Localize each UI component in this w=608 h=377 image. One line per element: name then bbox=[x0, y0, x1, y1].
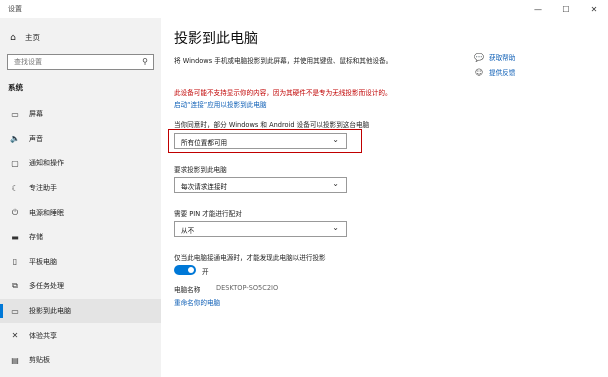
multitask-icon: ⧉ bbox=[12, 281, 18, 291]
chevron-down-icon: ⌄ bbox=[332, 179, 339, 188]
availability-dropdown[interactable]: 所有位置都可用 ⌄ bbox=[174, 133, 347, 149]
power-only-label: 仅当此电脑接通电源时，才能发现此电脑以进行投影 bbox=[174, 254, 326, 262]
window-controls: — ☐ ✕ bbox=[524, 0, 608, 18]
speaker-icon: 🔈 bbox=[10, 134, 20, 144]
sidebar-item-label: 专注助手 bbox=[29, 184, 57, 193]
chevron-down-icon: ⌄ bbox=[332, 135, 339, 144]
page-title: 投影到此电脑 bbox=[174, 31, 258, 47]
availability-label: 当你同意时，部分 Windows 和 Android 设备可以投影到这台电脑 bbox=[174, 121, 370, 129]
chevron-down-icon: ⌄ bbox=[332, 223, 339, 232]
close-button[interactable]: ✕ bbox=[580, 0, 608, 18]
power-only-toggle[interactable] bbox=[174, 265, 196, 275]
help-chat-icon: 💬 bbox=[474, 52, 484, 62]
tablet-icon: ▯ bbox=[12, 257, 18, 267]
sidebar-item-label: 通知和操作 bbox=[29, 159, 64, 168]
section-heading: 系统 bbox=[8, 83, 23, 92]
minimize-button[interactable]: — bbox=[524, 0, 552, 18]
get-help-label: 获取帮助 bbox=[489, 54, 516, 62]
sidebar-item-label: 体验共享 bbox=[29, 331, 57, 340]
home-icon: ⌂ bbox=[10, 32, 16, 43]
sidebar: ⌂ 主页 ⚲ 系统 ▭ 屏幕 🔈 声音 ▢ 通知和操作 ☾ 专注助手 ⏻ 电源和… bbox=[0, 18, 161, 377]
sidebar-item-storage[interactable]: ▬ 存储 bbox=[0, 225, 161, 250]
sidebar-item-sound[interactable]: 🔈 声音 bbox=[0, 127, 161, 152]
sidebar-item-label: 声音 bbox=[29, 134, 43, 143]
hardware-warning: 此设备可能不支持显示你的内容，因为其硬件不是专为无线投影而设计的。 bbox=[174, 89, 392, 97]
pin-dropdown[interactable]: 从不 ⌄ bbox=[174, 221, 347, 237]
get-help-link[interactable]: 💬 获取帮助 bbox=[474, 52, 516, 63]
sidebar-item-label: 平板电脑 bbox=[29, 257, 57, 266]
sidebar-item-label: 多任务处理 bbox=[29, 282, 64, 291]
sidebar-item-label: 投影到此电脑 bbox=[29, 307, 71, 316]
projector-icon: ▭ bbox=[11, 306, 19, 316]
search-input[interactable] bbox=[14, 58, 134, 66]
sidebar-item-project-to-pc[interactable]: ▭ 投影到此电脑 bbox=[0, 298, 161, 324]
nav-list: ▭ 屏幕 🔈 声音 ▢ 通知和操作 ☾ 专注助手 ⏻ 电源和睡眠 ▬ 存储 ▯ … bbox=[0, 102, 161, 373]
sidebar-item-display[interactable]: ▭ 屏幕 bbox=[0, 102, 161, 127]
pc-name-label: 电脑名称 bbox=[174, 286, 201, 294]
storage-icon: ▬ bbox=[11, 232, 19, 242]
home-link[interactable]: ⌂ 主页 bbox=[8, 32, 40, 43]
sidebar-item-multitasking[interactable]: ⧉ 多任务处理 bbox=[0, 274, 161, 299]
title-bar: 设置 — ☐ ✕ bbox=[0, 0, 608, 18]
search-box[interactable]: ⚲ bbox=[7, 54, 154, 70]
home-label: 主页 bbox=[25, 33, 40, 42]
rename-pc-link[interactable]: 重命名你的电脑 bbox=[174, 297, 220, 307]
sidebar-item-label: 存储 bbox=[29, 233, 43, 242]
main-content: 投影到此电脑 将 Windows 手机或电脑投影到此屏幕，并使用其键盘、鼠标和其… bbox=[161, 18, 608, 377]
power-icon: ⏻ bbox=[11, 207, 19, 217]
feedback-person-icon: ☺ bbox=[474, 67, 484, 77]
window-title: 设置 bbox=[8, 5, 22, 13]
feedback-link[interactable]: ☺ 提供反馈 bbox=[474, 67, 516, 78]
sidebar-item-label: 剪贴板 bbox=[29, 356, 50, 365]
sidebar-item-power[interactable]: ⏻ 电源和睡眠 bbox=[0, 200, 161, 225]
moon-icon: ☾ bbox=[11, 183, 19, 193]
sidebar-item-shared-experiences[interactable]: ✕ 体验共享 bbox=[0, 323, 161, 348]
feedback-label: 提供反馈 bbox=[489, 69, 516, 77]
share-icon: ✕ bbox=[11, 331, 19, 341]
request-label: 要求投影到此电脑 bbox=[174, 166, 227, 174]
clipboard-icon: ▤ bbox=[11, 355, 19, 365]
dropdown-value: 每次请求连接时 bbox=[181, 183, 228, 191]
sidebar-item-label: 屏幕 bbox=[29, 110, 43, 119]
dropdown-value: 从不 bbox=[181, 227, 195, 235]
sidebar-item-clipboard[interactable]: ▤ 剪贴板 bbox=[0, 348, 161, 373]
page-description: 将 Windows 手机或电脑投影到此屏幕，并使用其键盘、鼠标和其他设备。 bbox=[174, 57, 393, 65]
launch-connect-link[interactable]: 启动“连接”应用以投影到此电脑 bbox=[174, 99, 267, 109]
request-dropdown[interactable]: 每次请求连接时 ⌄ bbox=[174, 177, 347, 193]
sidebar-item-tablet[interactable]: ▯ 平板电脑 bbox=[0, 250, 161, 275]
toggle-state-label: 开 bbox=[202, 268, 209, 276]
maximize-button[interactable]: ☐ bbox=[552, 0, 580, 18]
sidebar-item-focus-assist[interactable]: ☾ 专注助手 bbox=[0, 176, 161, 201]
pin-label: 需要 PIN 才能进行配对 bbox=[174, 210, 242, 218]
monitor-icon: ▭ bbox=[11, 109, 19, 119]
sidebar-item-label: 电源和睡眠 bbox=[29, 208, 64, 217]
dropdown-value: 所有位置都可用 bbox=[181, 139, 228, 147]
search-icon[interactable]: ⚲ bbox=[142, 57, 148, 66]
sidebar-item-notifications[interactable]: ▢ 通知和操作 bbox=[0, 151, 161, 176]
notification-icon: ▢ bbox=[11, 158, 19, 168]
pc-name-value: DESKTOP-SO5C2IO bbox=[216, 284, 279, 292]
